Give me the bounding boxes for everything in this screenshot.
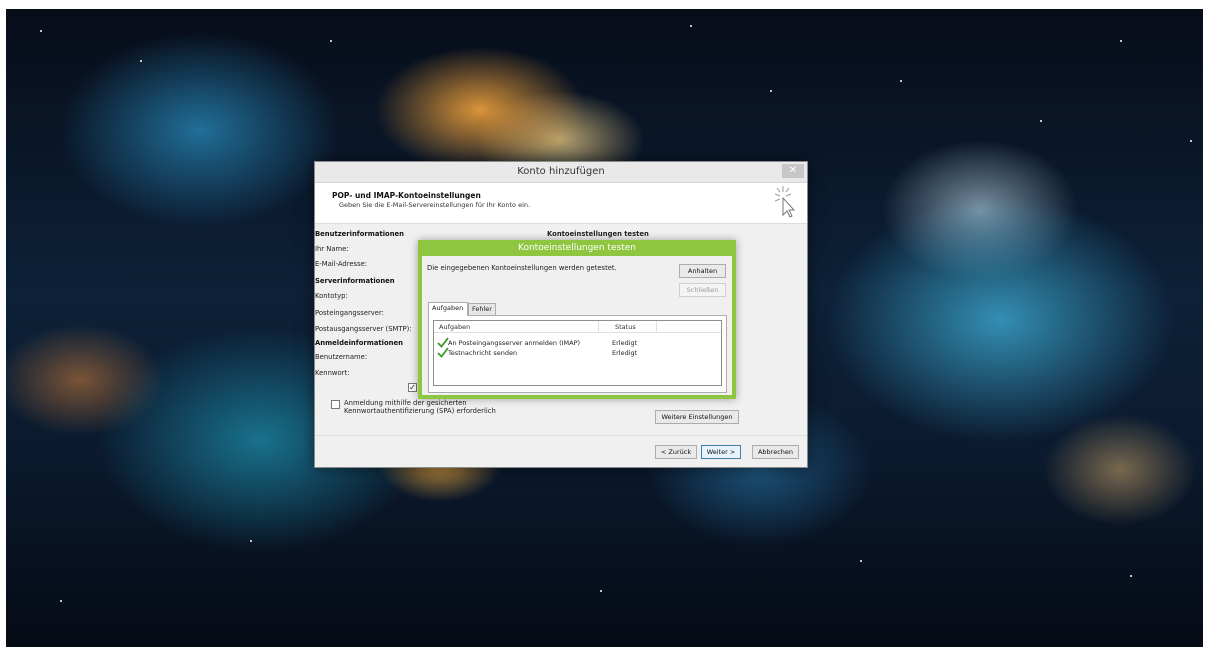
- star: [140, 60, 142, 62]
- column-divider: [656, 321, 657, 333]
- star: [770, 90, 772, 92]
- label-outgoing-server: Postausgangsserver (SMTP):: [315, 325, 412, 333]
- back-button[interactable]: < Zurück: [655, 445, 697, 459]
- task-status: Erledigt: [612, 339, 638, 347]
- label-email: E-Mail-Adresse:: [315, 260, 368, 268]
- task-name: Testnachricht senden: [448, 349, 518, 357]
- tasks-panel: Aufgaben Status An Posteingangsserver an…: [428, 315, 727, 393]
- star: [860, 560, 862, 562]
- star: [1130, 575, 1132, 577]
- spa-label-line1: Anmeldung mithilfe der gesicherten: [344, 399, 467, 407]
- label-incoming-server: Posteingangsserver:: [315, 309, 384, 317]
- star: [1040, 120, 1042, 122]
- section-server-info: Serverinformationen: [315, 277, 395, 285]
- header-subtitle: Geben Sie die E-Mail-Servereinstellungen…: [339, 201, 531, 209]
- section-login-info: Anmeldeinformationen: [315, 339, 403, 347]
- star: [1120, 40, 1122, 42]
- close-icon[interactable]: ✕: [782, 164, 804, 178]
- column-divider: [598, 321, 599, 333]
- label-username: Benutzername:: [315, 353, 368, 361]
- section-test-settings: Kontoeinstellungen testen: [547, 230, 649, 238]
- label-account-type: Kontotyp:: [315, 292, 348, 300]
- click-cursor-icon: [774, 186, 796, 218]
- cancel-button[interactable]: Abbrechen: [752, 445, 799, 459]
- star: [600, 590, 602, 592]
- test-dialog-titlebar[interactable]: Kontoeinstellungen testen: [418, 240, 736, 256]
- header-title: POP- und IMAP-Kontoeinstellungen: [332, 191, 481, 200]
- label-name: Ihr Name:: [315, 245, 349, 253]
- dialog-titlebar[interactable]: Konto hinzufügen ✕: [315, 162, 807, 183]
- tab-tasks[interactable]: Aufgaben: [428, 302, 468, 316]
- tab-errors[interactable]: Fehler: [468, 303, 496, 315]
- label-password: Kennwort:: [315, 369, 350, 377]
- star: [250, 540, 252, 542]
- dialog-footer: < Zurück Weiter > Abbrechen: [315, 435, 807, 467]
- close-button[interactable]: Schließen: [679, 283, 726, 297]
- list-header: Aufgaben Status: [434, 321, 721, 333]
- dialog-header: POP- und IMAP-Kontoeinstellungen Geben S…: [315, 183, 807, 222]
- remember-password-checkbox[interactable]: ✓: [408, 383, 417, 392]
- list-item[interactable]: An Posteingangsserver anmelden (IMAP) Er…: [434, 337, 721, 348]
- column-header-tasks[interactable]: Aufgaben: [439, 323, 470, 331]
- column-header-status[interactable]: Status: [615, 323, 636, 331]
- star: [1190, 140, 1192, 142]
- tasks-list[interactable]: Aufgaben Status An Posteingangsserver an…: [433, 320, 722, 386]
- test-settings-dialog: Kontoeinstellungen testen Die eingegeben…: [418, 240, 736, 399]
- star: [330, 40, 332, 42]
- spa-label-line2: Kennwortauthentifizierung (SPA) erforder…: [344, 407, 496, 415]
- dialog-title: Konto hinzufügen: [517, 166, 605, 177]
- star: [60, 600, 62, 602]
- star: [690, 25, 692, 27]
- stop-button[interactable]: Anhalten: [679, 264, 726, 278]
- more-settings-button[interactable]: Weitere Einstellungen: [655, 410, 739, 424]
- star: [40, 30, 42, 32]
- task-name: An Posteingangsserver anmelden (IMAP): [448, 339, 581, 347]
- list-item[interactable]: Testnachricht senden Erledigt: [434, 347, 721, 358]
- spa-checkbox[interactable]: [331, 400, 340, 409]
- test-message: Die eingegebenen Kontoeinstellungen werd…: [427, 264, 617, 272]
- task-status: Erledigt: [612, 349, 638, 357]
- next-button[interactable]: Weiter >: [701, 445, 741, 459]
- star: [900, 80, 902, 82]
